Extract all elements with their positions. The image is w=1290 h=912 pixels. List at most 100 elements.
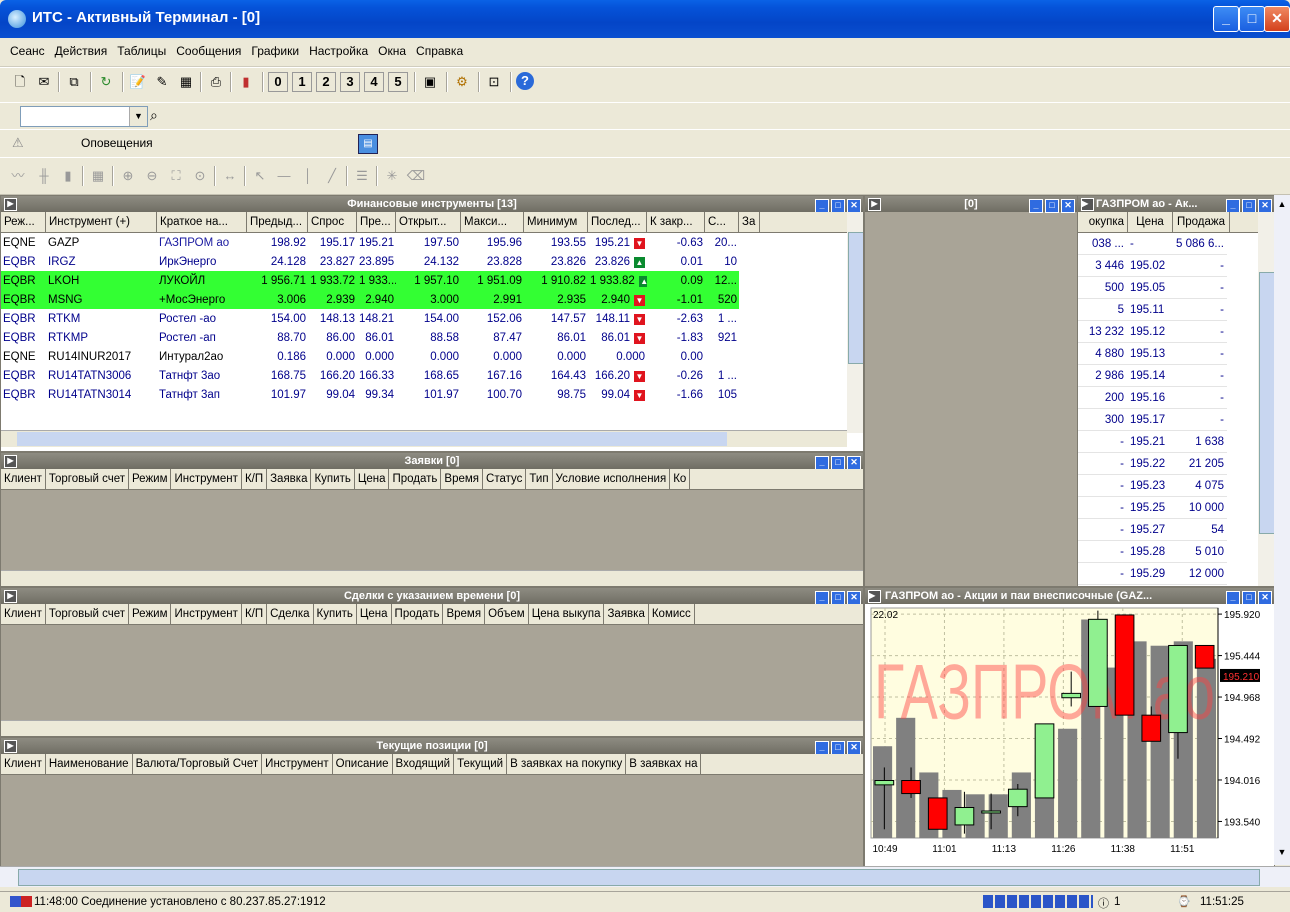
col-header[interactable]: К закр... bbox=[647, 212, 705, 232]
col-header[interactable]: Статус bbox=[483, 469, 527, 489]
table-row[interactable]: EQNE GAZP ГАЗПРОМ ао 198.92 195.17 195.21 197.… bbox=[1, 233, 739, 252]
close-button[interactable]: ✕ bbox=[1264, 6, 1290, 32]
col-header[interactable]: Заявка bbox=[604, 604, 649, 624]
minimize-icon[interactable]: _ bbox=[815, 741, 829, 755]
col-header[interactable]: Объем bbox=[485, 604, 529, 624]
horizontal-scrollbar[interactable] bbox=[1, 570, 863, 586]
col-header[interactable]: Послед... bbox=[588, 212, 647, 232]
candle-chart-icon[interactable]: ▮ bbox=[58, 166, 78, 186]
col-header[interactable]: Цена выкупа bbox=[529, 604, 605, 624]
candle-body[interactable] bbox=[1168, 644, 1188, 734]
indicator-icon[interactable]: ☰ bbox=[352, 166, 372, 186]
menu-help[interactable]: Справка bbox=[411, 38, 468, 58]
alert-window-icon[interactable]: ▤ bbox=[358, 134, 378, 154]
col-header[interactable]: Торговый счет bbox=[46, 469, 130, 489]
table-row[interactable]: -195.29 12 000 bbox=[1078, 562, 1227, 585]
table-row[interactable]: EQBR MSNG +МосЭнерго 3.006 2.939 2.940 3.000 2.… bbox=[1, 290, 739, 309]
bar-chart-icon[interactable]: ▮ bbox=[236, 72, 256, 92]
table-row[interactable]: 038 ... -5 086 6... bbox=[1078, 233, 1227, 255]
close-icon[interactable]: ✕ bbox=[1258, 591, 1272, 605]
col-header[interactable]: К/П bbox=[242, 604, 268, 624]
table-row[interactable]: 3 446 195.02- bbox=[1078, 254, 1227, 277]
col-header[interactable]: Наименование bbox=[46, 754, 133, 774]
col-header[interactable]: Режим bbox=[129, 469, 172, 489]
panel-menu-icon[interactable]: ▶ bbox=[868, 590, 881, 603]
mail-icon[interactable]: ✉ bbox=[34, 72, 54, 92]
table-row[interactable]: EQBR LKOH ЛУКОЙЛ 1 956.71 1 933.72 1 933... 1 … bbox=[1, 271, 739, 290]
minimize-icon[interactable]: _ bbox=[815, 591, 829, 605]
col-header[interactable]: Цена bbox=[1128, 212, 1173, 232]
workspace-4-button[interactable]: 4 bbox=[364, 72, 384, 92]
table-row[interactable]: 2 986 195.14- bbox=[1078, 364, 1227, 387]
vertical-scrollbar[interactable] bbox=[1258, 212, 1274, 586]
eraser-icon[interactable]: ⌫ bbox=[406, 166, 426, 186]
vertical-line-icon[interactable]: │ bbox=[298, 166, 318, 186]
table-row[interactable]: EQNE RU14INUR2017 Интурал2ао 0.186 0.000 0.00… bbox=[1, 347, 739, 366]
close-icon[interactable]: ✕ bbox=[847, 456, 861, 470]
col-header[interactable]: Реж... bbox=[1, 212, 46, 232]
table-row[interactable]: EQBR RTKMP Ростел -ап 88.70 86.00 86.01 88.58 8… bbox=[1, 328, 739, 347]
menu-messages[interactable]: Сообщения bbox=[171, 38, 246, 58]
window-vertical-scrollbar[interactable]: ▲ ▼ bbox=[1274, 195, 1290, 865]
menu-tables[interactable]: Таблицы bbox=[112, 38, 171, 58]
col-header[interactable]: К/П bbox=[242, 469, 268, 489]
col-header[interactable]: Сделка bbox=[267, 604, 314, 624]
zoom-reset-icon[interactable]: ⊙ bbox=[190, 166, 210, 186]
col-header[interactable]: Макси... bbox=[461, 212, 524, 232]
candle-body[interactable] bbox=[1034, 723, 1055, 799]
edit-order-icon[interactable]: ✎ bbox=[152, 72, 172, 92]
candlestick-chart[interactable]: 10:49 11:01 11:13 11:26 11:38 11:51 ГАЗПРОМ ао… bbox=[865, 604, 1274, 866]
settings-gear-icon[interactable]: ⚙ bbox=[452, 72, 472, 92]
col-header[interactable]: Комисс bbox=[649, 604, 695, 624]
table-row[interactable]: EQBR RTKM Ростел -ао 154.00 148.13 148.21 154.… bbox=[1, 309, 739, 328]
scroll-thumb[interactable] bbox=[17, 432, 727, 446]
candle-body[interactable] bbox=[927, 797, 948, 830]
grid-icon[interactable]: ▦ bbox=[88, 166, 108, 186]
scroll-thumb[interactable] bbox=[18, 869, 1260, 886]
table-row[interactable]: 4 880 195.13- bbox=[1078, 342, 1227, 365]
panel-menu-icon[interactable]: ▶ bbox=[4, 740, 17, 753]
warning-icon[interactable]: ⚠ bbox=[12, 135, 24, 151]
table-row[interactable]: EQBR RU14TATN3006 Татнфт 3ао 168.75 166.20 16… bbox=[1, 366, 739, 385]
scroll-thumb[interactable] bbox=[1259, 272, 1274, 534]
minimize-icon[interactable]: _ bbox=[1226, 199, 1240, 213]
horizontal-scrollbar[interactable] bbox=[1, 430, 847, 447]
horizontal-line-icon[interactable]: — bbox=[274, 166, 294, 186]
table-row[interactable]: -195.22 21 205 bbox=[1078, 452, 1227, 475]
crosshair-icon[interactable]: ✳ bbox=[382, 166, 402, 186]
table-row[interactable]: -195.21 1 638 bbox=[1078, 430, 1227, 453]
close-icon[interactable]: ✕ bbox=[847, 741, 861, 755]
workspace-2-button[interactable]: 2 bbox=[316, 72, 336, 92]
table-row[interactable]: -195.28 5 010 bbox=[1078, 540, 1227, 563]
col-header[interactable]: Минимум bbox=[524, 212, 588, 232]
menu-actions[interactable]: Действия bbox=[50, 38, 113, 58]
col-header[interactable]: Клиент bbox=[1, 469, 46, 489]
col-header[interactable]: Текущий bbox=[454, 754, 508, 774]
col-header[interactable]: Время bbox=[443, 604, 486, 624]
workspace-1-button[interactable]: 1 bbox=[292, 72, 312, 92]
col-header[interactable]: В заявках на bbox=[626, 754, 702, 774]
table-row[interactable]: -195.27 54 bbox=[1078, 518, 1227, 541]
col-header[interactable]: С... bbox=[705, 212, 739, 232]
maximize-icon[interactable]: □ bbox=[1242, 591, 1256, 605]
col-header[interactable]: Валюта/Торговый Счет bbox=[133, 754, 263, 774]
col-header[interactable]: Заявка bbox=[267, 469, 312, 489]
new-document-icon[interactable]: 🗋 bbox=[10, 72, 30, 92]
vertical-scrollbar[interactable] bbox=[847, 212, 863, 433]
scroll-thumb[interactable] bbox=[848, 232, 863, 364]
col-header[interactable]: Время bbox=[441, 469, 484, 489]
scroll-down-icon[interactable]: ▼ bbox=[1275, 847, 1289, 861]
minimize-icon[interactable]: _ bbox=[1226, 591, 1240, 605]
minimize-button[interactable]: _ bbox=[1213, 6, 1239, 32]
col-header[interactable]: Продажа bbox=[1173, 212, 1230, 232]
col-header[interactable]: Инструмент (+) bbox=[46, 212, 157, 232]
alerts-label[interactable]: Оповещения bbox=[81, 136, 153, 150]
col-header[interactable]: Купить bbox=[311, 469, 355, 489]
candle-body[interactable] bbox=[1141, 714, 1162, 742]
fit-width-icon[interactable]: ↔ bbox=[220, 166, 240, 186]
col-header[interactable]: Режим bbox=[129, 604, 172, 624]
workspace-5-button[interactable]: 5 bbox=[388, 72, 408, 92]
col-header[interactable]: Предыд... bbox=[247, 212, 308, 232]
col-header[interactable]: Входящий bbox=[393, 754, 455, 774]
copy-icon[interactable]: ⧉ bbox=[64, 72, 84, 92]
